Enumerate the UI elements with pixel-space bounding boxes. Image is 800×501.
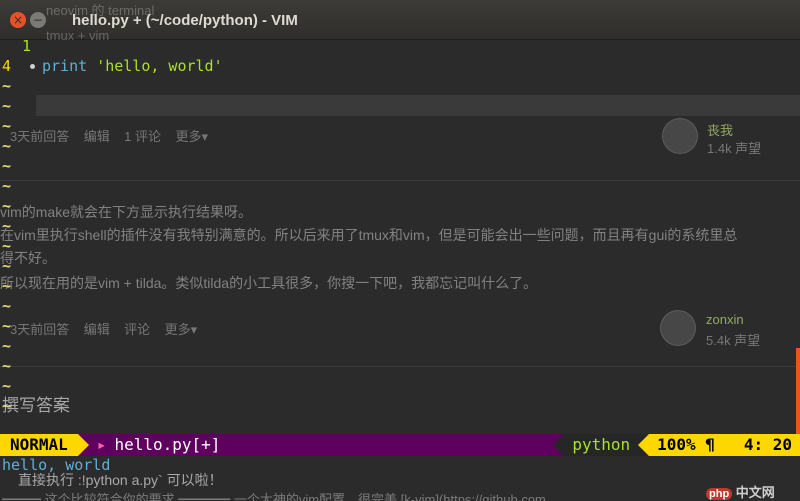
php-badge: php [706,488,733,500]
author-reputation: 1.4k 声望 [707,141,762,156]
minimize-window-button[interactable]: − [30,12,46,28]
divider [0,180,800,181]
relative-line-number: 1 [22,37,32,55]
separator-arrow-icon [553,434,565,456]
answer-text-line: 所以现在用的是vim + tilda。类似tilda的小工具很多，你搜一下吧，我… [0,275,538,291]
empty-line-tilde: ~ [2,157,12,175]
empty-line-tilde: ~ [2,97,12,115]
divider [0,366,800,367]
indent-dot-icon [30,64,35,69]
site-watermark: php 中文网 [706,482,775,501]
code-keyword: print [42,57,88,75]
author-name: 丧我 [707,123,734,138]
cursor-position: 100% ¶ 4: 20 [649,434,800,456]
title-bar: neovim 的 terminal × − hello.py + (~/code… [0,0,800,40]
code-string: 'hello, world' [96,57,223,75]
background-text: ━━━ 这个比较符合你的要求 ━━━━ 一个大神的vim配置，很完美 [k-vi… [2,492,546,501]
background-text: 直接执行 :!python a.py` 可以啦！ [18,472,223,488]
modified-marker-icon: ▸ [96,435,107,454]
mode-indicator: NORMAL [0,434,78,456]
empty-line-tilde: ~ [2,77,12,95]
window-title: hello.py + (~/code/python) - VIM [72,12,298,29]
vim-editor[interactable]: tmux + vim 1 4 print 'hello, world' ~ ~ … [0,28,800,458]
answer-text-line: 在vim里执行shell的插件没有我特别满意的。所以后来用了tmux和vim，但… [0,227,738,243]
file-name-segment: ▸ hello.py[+] [89,434,229,456]
avatar [662,118,698,154]
close-window-button[interactable]: × [10,12,26,28]
vim-command-line[interactable]: hello, world 直接执行 :!python a.py` 可以啦！ ━━… [0,456,800,501]
write-answer-heading: 撰写答案 [2,396,70,415]
background-text: tmux + vim [46,28,110,43]
file-name: hello.py[+] [114,435,221,454]
separator-arrow-icon [77,434,89,456]
vim-status-line: NORMAL ▸ hello.py[+] python 100% ¶ 4: 20 [0,434,800,456]
code-line[interactable]: print 'hello, world' [42,57,223,75]
separator-arrow-icon [638,434,650,456]
answer-text-line: vim的make就会在下方显示执行结果呀。 [0,204,253,220]
answer-meta: 3天前回答 编辑 1 评论 更多▾ [10,129,208,144]
answer-text-line: 得不好。 [0,250,56,266]
answer-meta: 3天前回答 编辑 评论 更多▾ [10,322,198,337]
file-type: python [564,434,639,456]
empty-line-tilde: ~ [2,337,12,355]
current-line-number: 4 [2,57,12,75]
cursor-line-highlight [36,95,800,116]
empty-line-tilde: ~ [2,297,12,315]
author-name: zonxin [706,312,744,327]
avatar [660,310,696,346]
author-reputation: 5.4k 声望 [706,333,761,348]
